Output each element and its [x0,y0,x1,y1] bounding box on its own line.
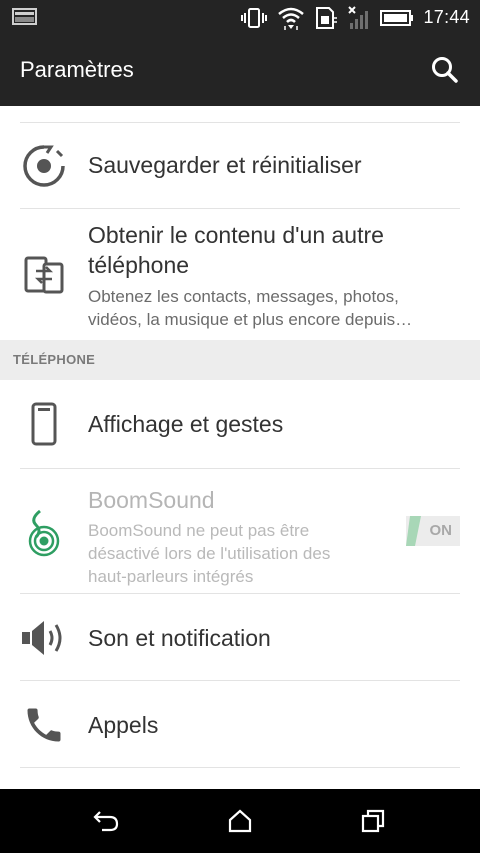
navigation-bar [0,789,480,853]
settings-item-calls[interactable]: Appels [0,681,480,768]
settings-item-backup-reset[interactable]: Sauvegarder et réinitialiser [0,123,480,208]
description-line: vidéos, la musique et plus encore depuis… [88,310,413,329]
settings-item-label-line2: téléphone [88,252,190,278]
description-line: Obtenez les contacts, messages, photos, [88,287,399,306]
no-signal-icon [347,5,371,30]
page-title: Paramètres [20,57,134,82]
home-icon[interactable] [224,805,256,837]
phone-display-icon [20,400,68,448]
description-line: désactivé lors de l'utilisation des [88,544,331,563]
settings-item-transfer-content[interactable]: Obtenir le contenu d'un autre téléphone … [0,209,480,340]
app-bar: Paramètres [0,35,480,106]
settings-list: Sauvegarder et réinitialiser Obtenir le … [0,106,480,789]
settings-item-display-gestures[interactable]: Affichage et gestes [0,380,480,468]
phone-call-icon [20,701,68,749]
settings-item-description: BoomSound ne peut pas être désactivé lor… [88,519,380,588]
divider [20,767,460,768]
settings-item-label: Son et notification [88,625,271,651]
settings-item-label: Appels [88,712,159,738]
description-line: haut-parleurs intégrés [88,567,254,586]
settings-item-label: Obtenir le contenu d'un autre [88,222,384,248]
settings-item-label: Sauvegarder et réinitialiser [88,152,362,178]
boomsound-icon [20,509,68,557]
description-line: BoomSound ne peut pas être [88,521,310,540]
settings-item-sound-notification[interactable]: Son et notification [0,594,480,681]
boomsound-toggle[interactable]: ON [406,516,460,546]
screenshot-notification-icon [12,8,37,25]
recents-icon[interactable] [357,805,389,837]
vibrate-icon [240,7,268,29]
wifi-icon [277,6,305,30]
settings-item-description: Obtenez les contacts, messages, photos, … [88,285,450,331]
speaker-icon [20,614,68,662]
phone-transfer-icon [20,251,68,299]
back-icon[interactable] [90,805,122,837]
settings-item-label: BoomSound [88,487,215,513]
section-header-telephone: TÉLÉPHONE [0,340,480,380]
clock: 17:44 [423,7,470,27]
sim-icon [314,6,338,30]
toggle-label: ON [429,522,453,539]
search-icon[interactable] [430,55,460,85]
backup-restore-icon [20,142,68,190]
battery-icon [380,9,414,27]
section-header-label: TÉLÉPHONE [13,352,96,367]
status-bar: 17:44 [0,0,480,35]
settings-item-label: Affichage et gestes [88,411,284,437]
